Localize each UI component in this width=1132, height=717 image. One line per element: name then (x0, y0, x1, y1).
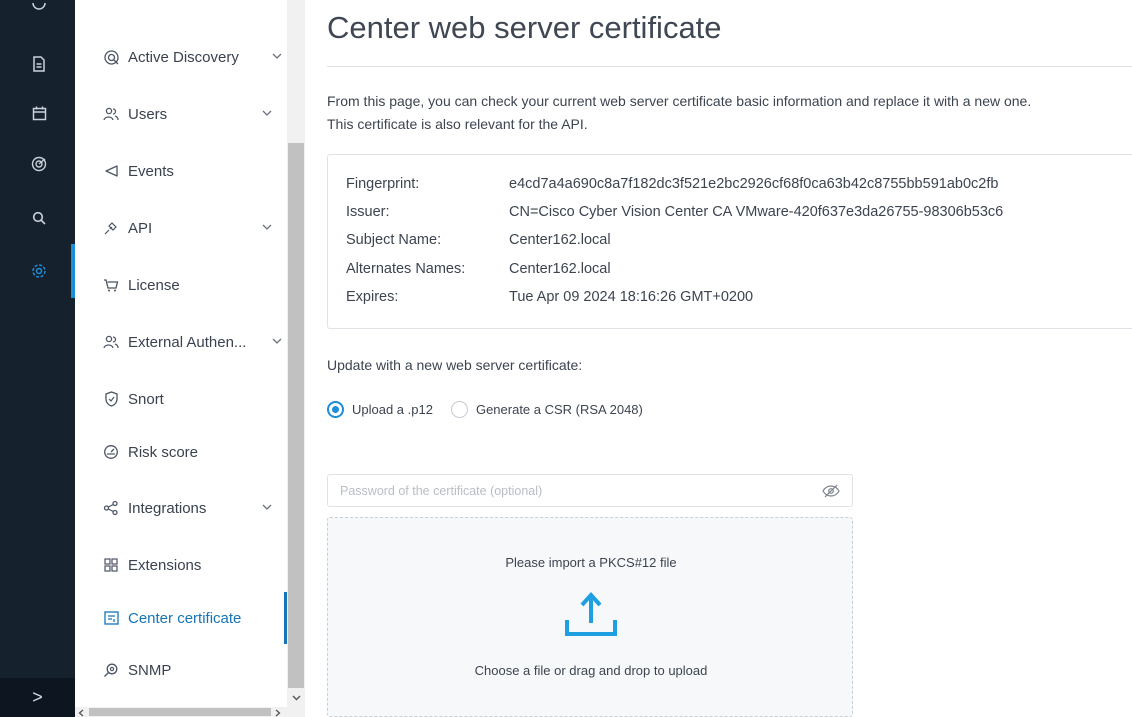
expires-value: Tue Apr 09 2024 18:16:26 GMT+0200 (509, 289, 754, 305)
sidebar-item-snort[interactable]: Snort (100, 384, 280, 414)
sidebar-item-extensions[interactable]: Extensions (100, 550, 280, 580)
sidebar-horizontal-scrollbar[interactable] (75, 707, 305, 717)
users-icon (100, 105, 122, 123)
fingerprint-value: e4cd7a4a690c8a7f182dc3f521e2bc2926cf68f0… (509, 176, 999, 192)
app-rail: > (0, 0, 75, 717)
certificate-info-card: Fingerprint: e4cd7a4a690c8a7f182dc3f521e… (327, 154, 1132, 329)
partial-icon[interactable] (28, 0, 50, 14)
sidebar-item-center-certificate[interactable]: Center certificate (100, 603, 280, 633)
certificate-source-radio-group: Upload a .p12 Generate a CSR (RSA 2048) (327, 399, 661, 419)
sidebar-item-label: License (128, 276, 180, 294)
upload-p12-option[interactable]: Upload a .p12 (327, 400, 433, 418)
snort-icon (100, 390, 122, 408)
external-auth-icon (100, 333, 122, 351)
page-description: From this page, you can check your curre… (327, 90, 1132, 136)
chevron-down-icon[interactable] (260, 220, 274, 234)
update-section-label: Update with a new web server certificate… (327, 357, 583, 373)
sidebar-item-users[interactable]: Users (100, 99, 280, 129)
sidebar-item-label: Active Discovery (128, 48, 239, 66)
settings-icon[interactable] (28, 260, 50, 282)
certificate-password-field[interactable] (327, 474, 853, 507)
generate-csr-option[interactable]: Generate a CSR (RSA 2048) (450, 400, 643, 418)
issuer-label: Issuer: (346, 204, 390, 220)
upload-p12-label: Upload a .p12 (352, 401, 433, 417)
sidebar-item-label: Users (128, 105, 168, 123)
file-dropzone[interactable]: Please import a PKCS#12 file Choose a fi… (327, 517, 853, 717)
sidebar-item-risk-score[interactable]: Risk score (100, 437, 280, 467)
sidebar-item-label: Extensions (128, 556, 202, 574)
generate-csr-label: Generate a CSR (RSA 2048) (475, 401, 643, 417)
issuer-row: Issuer: CN=Cisco Cyber Vision Center CA … (346, 204, 1003, 226)
subject-name-value: Center162.local (509, 232, 611, 248)
sidebar-item-label: Events (128, 162, 174, 180)
alternates-names-row: Alternates Names: Center162.local (346, 261, 611, 283)
scrollbar-thumb[interactable] (89, 708, 271, 716)
expand-rail-button[interactable]: > (0, 678, 75, 717)
snmp-icon (100, 661, 122, 679)
scroll-right-icon[interactable] (275, 709, 281, 717)
scroll-down-icon[interactable] (287, 688, 305, 707)
description-line: From this page, you can check your curre… (327, 93, 1032, 109)
generate-csr-radio[interactable] (450, 400, 468, 418)
expires-label: Expires: (346, 289, 399, 305)
chevron-down-icon[interactable] (270, 49, 284, 63)
chevron-down-icon[interactable] (260, 106, 274, 120)
active-discovery-icon (100, 48, 122, 66)
events-icon (100, 162, 122, 180)
alternates-names-label: Alternates Names: (346, 261, 466, 277)
upload-p12-radio[interactable] (327, 400, 344, 418)
sidebar-item-active-discovery[interactable]: Active Discovery (100, 42, 282, 72)
alternates-names-value: Center162.local (509, 261, 611, 277)
fingerprint-label: Fingerprint: (346, 176, 420, 192)
api-icon (100, 219, 122, 237)
chevron-down-icon[interactable] (270, 334, 284, 348)
sidebar-item-label: Integrations (128, 499, 207, 517)
subject-name-label: Subject Name: (346, 232, 442, 248)
integrations-icon (100, 499, 122, 517)
radar-icon[interactable] (28, 153, 50, 175)
scroll-left-icon[interactable] (78, 709, 84, 717)
sidebar-item-api[interactable]: API (100, 213, 280, 243)
description-line: This certificate is also relevant for th… (327, 116, 588, 132)
scrollbar-thumb[interactable] (288, 143, 304, 688)
extensions-icon (100, 556, 122, 574)
sidebar-vertical-scrollbar[interactable] (287, 0, 305, 707)
risk-score-icon (100, 443, 122, 461)
search-icon[interactable] (28, 207, 50, 229)
sidebar-item-label: Snort (128, 390, 164, 408)
eye-slash-icon[interactable] (822, 483, 840, 499)
chevron-down-icon[interactable] (260, 500, 274, 514)
page-title: Center web server certificate (327, 10, 722, 45)
sidebar-item-events[interactable]: Events (100, 156, 280, 186)
sidebar-item-label: SNMP (128, 661, 172, 679)
sidebar-item-label: Center certificate (128, 609, 242, 627)
issuer-value: CN=Cisco Cyber Vision Center CA VMware-4… (509, 204, 1004, 220)
subject-name-row: Subject Name: Center162.local (346, 232, 611, 254)
sidebar-item-label: External Authen... (128, 333, 247, 351)
upload-icon[interactable] (563, 590, 619, 642)
document-icon[interactable] (28, 53, 50, 75)
certificate-password-input[interactable] (328, 475, 798, 506)
settings-sidebar: Active Discovery Users Events API Licens… (75, 0, 287, 707)
chevron-right-icon: > (32, 687, 43, 707)
sidebar-item-label: API (128, 219, 153, 237)
dropzone-hint: Choose a file or drag and drop to upload (474, 663, 708, 678)
sidebar-item-snmp[interactable]: SNMP (100, 655, 280, 685)
license-icon (100, 276, 122, 294)
expires-row: Expires: Tue Apr 09 2024 18:16:26 GMT+02… (346, 289, 753, 311)
sidebar-item-label: Risk score (128, 443, 199, 461)
dropzone-title: Please import a PKCS#12 file (505, 555, 677, 570)
sidebar-item-external-authentication[interactable]: External Authen... (100, 327, 282, 357)
title-divider (327, 66, 1132, 67)
certificate-icon (100, 609, 122, 627)
calendar-icon[interactable] (28, 102, 50, 124)
fingerprint-row: Fingerprint: e4cd7a4a690c8a7f182dc3f521e… (346, 176, 998, 198)
sidebar-item-integrations[interactable]: Integrations (100, 493, 280, 523)
sidebar-item-license[interactable]: License (100, 270, 280, 300)
